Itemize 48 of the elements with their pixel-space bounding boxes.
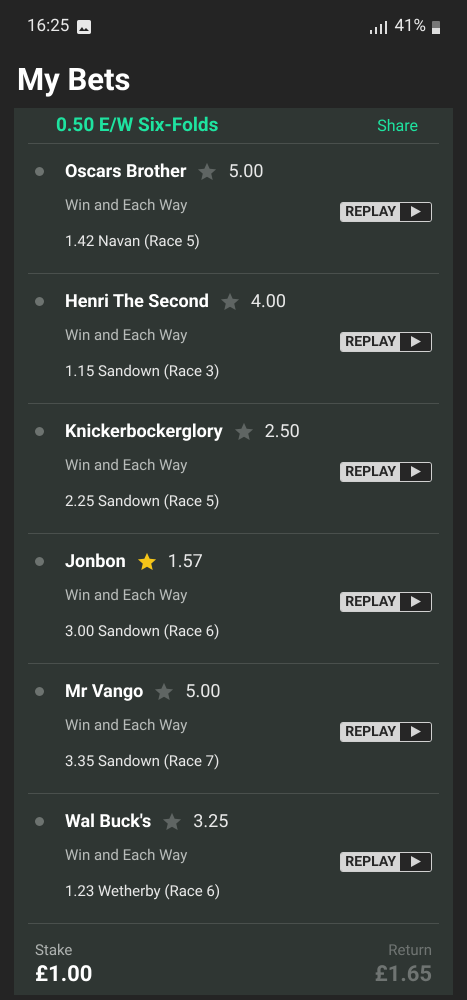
horse-name: Mr Vango bbox=[65, 680, 144, 704]
page-title: My Bets bbox=[16, 60, 132, 100]
race-info: 1.23 Wetherby (Race 6) bbox=[65, 880, 222, 902]
battery-level: 41% bbox=[394, 15, 426, 38]
battery-icon bbox=[432, 20, 440, 34]
clock-time: 16:25 bbox=[27, 15, 70, 38]
market: Win and Each Way bbox=[65, 585, 188, 606]
signal-icon bbox=[368, 20, 388, 34]
replay-button[interactable]: REPLAY bbox=[340, 462, 432, 482]
odds: 5.00 bbox=[185, 680, 220, 704]
play-icon bbox=[410, 856, 420, 867]
odds: 1.57 bbox=[168, 550, 203, 574]
odds: 3.25 bbox=[193, 810, 228, 834]
stake-amount: £1.00 bbox=[35, 961, 92, 989]
horse-name: Henri The Second bbox=[65, 290, 209, 314]
odds: 5.00 bbox=[228, 160, 264, 184]
return-amount: £1.65 bbox=[374, 961, 432, 989]
bet-title: 0.50 E/W Six-Folds bbox=[55, 112, 218, 138]
play-icon bbox=[410, 206, 420, 217]
horse-name: Jonbon bbox=[65, 550, 126, 574]
replay-button[interactable]: REPLAY bbox=[340, 202, 432, 222]
replay-button[interactable]: REPLAY bbox=[340, 592, 432, 612]
replay-button[interactable]: REPLAY bbox=[340, 332, 432, 352]
race-info: 3.35 Sandown (Race 7) bbox=[65, 750, 220, 772]
play-icon bbox=[410, 596, 420, 607]
horse-name: Knickerbockerglory bbox=[65, 420, 223, 444]
market: Win and Each Way bbox=[65, 325, 188, 346]
stake-label: Stake bbox=[35, 940, 74, 960]
play-icon bbox=[410, 726, 420, 737]
image-icon bbox=[77, 20, 92, 34]
race-info: 1.42 Navan (Race 5) bbox=[65, 230, 201, 252]
race-info: 2.25 Sandown (Race 5) bbox=[65, 490, 220, 512]
race-info: 3.00 Sandown (Race 6) bbox=[65, 620, 220, 642]
replay-button[interactable]: REPLAY bbox=[340, 722, 432, 742]
play-icon bbox=[410, 466, 420, 477]
share-link[interactable]: Share bbox=[377, 114, 418, 138]
horse-name: Wal Buck's bbox=[65, 810, 152, 834]
odds: 4.00 bbox=[250, 290, 286, 314]
return-label: Return bbox=[388, 940, 432, 960]
race-info: 1.15 Sandown (Race 3) bbox=[65, 360, 220, 382]
market: Win and Each Way bbox=[65, 195, 188, 216]
replay-button[interactable]: REPLAY bbox=[340, 852, 432, 872]
horse-name: Oscars Brother bbox=[65, 160, 186, 184]
odds: 2.50 bbox=[264, 420, 300, 444]
play-icon bbox=[410, 336, 420, 347]
market: Win and Each Way bbox=[65, 455, 188, 476]
market: Win and Each Way bbox=[65, 845, 188, 866]
market: Win and Each Way bbox=[65, 715, 188, 736]
